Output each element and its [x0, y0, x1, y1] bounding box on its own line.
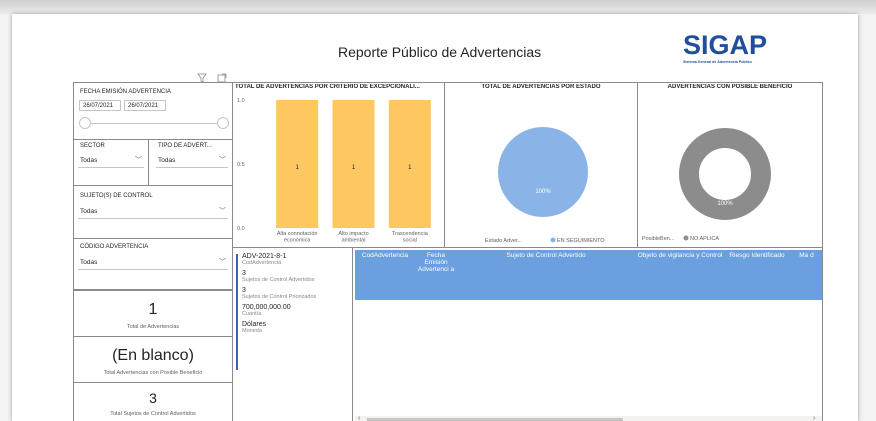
total-advertencias-card: 1 Total de Advertencias: [73, 290, 233, 337]
column-header[interactable]: Objeto de vigilancia y Control: [637, 250, 723, 300]
legend-marker: [550, 237, 556, 243]
data-label: 100%: [717, 201, 733, 207]
filter-icon[interactable]: [197, 70, 207, 83]
horizontal-scrollbar[interactable]: ‹ ›: [355, 415, 822, 421]
date-slider-track[interactable]: [85, 123, 223, 124]
donut-slice: [679, 128, 771, 220]
logo-text: SIGAP: [683, 30, 768, 60]
pie-slice: [498, 127, 588, 217]
sujeto-filter-panel: SUJETO(S) DE CONTROL Todas ﹀: [73, 185, 233, 239]
sector-filter-label: SECTOR: [80, 143, 105, 149]
bar: [388, 100, 431, 228]
detail-value: 700,000,000.00: [242, 304, 291, 311]
bar-chart-criterio: TOTAL DE ADVERTENCIAS POR CRITERIO DE EX…: [232, 82, 445, 248]
sujeto-dropdown-value: Todas: [80, 208, 98, 215]
detail-label: Cuantía: [242, 311, 262, 317]
tipo-filter-label: TIPO DE ADVERT...: [158, 143, 212, 149]
detail-label: CodAdvertencia: [242, 260, 282, 266]
chevron-down-icon: ﹀: [219, 259, 226, 266]
date-slider-start-handle[interactable]: [79, 117, 91, 129]
card-label: Total Advertencias con Posible Beneficio: [103, 370, 203, 376]
detail-value: 3: [242, 270, 246, 277]
sujeto-dropdown[interactable]: Todas ﹀: [78, 205, 228, 219]
codigo-filter-label: CÓDIGO ADVERTENCIA: [80, 244, 149, 250]
chevron-down-icon: ﹀: [219, 157, 226, 164]
x-tick-label: ambiental: [342, 238, 366, 244]
tipo-dropdown[interactable]: Todas ﹀: [156, 154, 228, 168]
posible-beneficio-card: (En blanco) Total Advertencias con Posib…: [73, 336, 233, 383]
legend-title: Estado Adver...: [485, 238, 522, 244]
x-tick-label: Alta connotación: [277, 231, 318, 237]
advertencias-table: CodAdvertencia Fecha Emisión Advertenci a…: [352, 247, 823, 421]
focus-mode-icon[interactable]: [217, 70, 227, 83]
scroll-left-icon[interactable]: ‹: [358, 415, 360, 421]
end-date-input[interactable]: 26/07/2021: [124, 100, 166, 111]
x-tick-label: económica: [284, 238, 312, 244]
card-value: 1: [148, 301, 158, 318]
detail-value: ADV-2021-8-1: [242, 253, 287, 260]
donut-chart-svg: 100% PosibleBen... NO APLICA: [642, 128, 771, 242]
sector-dropdown-value: Todas: [80, 157, 98, 164]
codigo-dropdown-value: Todas: [80, 259, 98, 266]
card-value: (En blanco): [112, 347, 194, 364]
report-title: Reporte Público de Advertencias: [338, 44, 542, 60]
legend-marker: [683, 235, 689, 241]
sigap-logo: SIGAP Sistema General de Advertencia Púb…: [683, 31, 773, 71]
pie-chart-svg: 100% Estado Adver... EN SEGUIMIENTO: [485, 127, 605, 244]
codigo-dropdown[interactable]: Todas ﹀: [78, 256, 228, 270]
detail-label: Sujetos de Control Advertidos: [242, 277, 315, 283]
y-tick-label: 0.5: [237, 162, 245, 168]
chevron-down-icon: ﹀: [219, 208, 226, 215]
column-header[interactable]: Ma d: [791, 250, 822, 300]
column-header[interactable]: CodAdvertencia: [355, 250, 415, 300]
date-slider-end-handle[interactable]: [217, 117, 229, 129]
sujeto-filter-label: SUJETO(S) DE CONTROL: [80, 193, 153, 199]
y-tick-label: 1.0: [237, 98, 245, 104]
pie-chart-estado: TOTAL DE ADVERTENCIAS POR ESTADO 100% Est…: [444, 82, 638, 248]
date-filter-label: FECHA EMISIÓN ADVERTENCIA: [80, 89, 171, 95]
legend-entry: NO APLICA: [690, 236, 719, 242]
card-value: 3: [149, 390, 157, 406]
detail-label: Sujetos de Control Priorizados: [242, 294, 317, 300]
tipo-filter-panel: TIPO DE ADVERT... Todas ﹀: [148, 139, 233, 186]
sector-filter-panel: SECTOR Todas ﹀: [73, 139, 149, 186]
detail-label: Moneda: [242, 328, 262, 334]
data-label: 100%: [535, 189, 551, 195]
chevron-down-icon: ﹀: [135, 157, 142, 164]
x-tick-label: Trascendencia: [392, 231, 429, 237]
logo-subtitle: Sistema General de Advertencia Público: [683, 60, 752, 64]
x-tick-label: Alto impacto: [338, 231, 368, 237]
detail-value: Dólares: [242, 321, 267, 328]
column-header[interactable]: Riesgo Identificado: [723, 250, 791, 300]
card-label: Total de Advertencias: [126, 324, 180, 330]
report-canvas: Reporte Público de Advertencias SIGAP Si…: [12, 14, 858, 421]
card-label: Total Sujetos de Control Advertidos: [110, 411, 196, 417]
donut-chart-beneficio: ADVERTENCIAS CON POSIBLE BENEFICIO 100% P…: [637, 82, 823, 248]
column-header[interactable]: Sujeto de Control Advertido: [455, 250, 637, 300]
y-tick-label: 0.0: [237, 226, 245, 232]
legend-entry: EN SEGUIMIENTO: [557, 238, 605, 244]
sector-dropdown[interactable]: Todas ﹀: [78, 154, 144, 168]
x-tick-label: social: [403, 238, 417, 244]
tipo-dropdown-value: Todas: [158, 157, 176, 164]
legend-title: PosibleBen...: [642, 236, 675, 242]
bar-chart-svg: 1.00.50.01Alta connotacióneconómica1Alto…: [237, 98, 431, 244]
bar: [276, 100, 319, 228]
detail-list: ADV-2021-8-1 CodAdvertencia 3 Sujetos de Co…: [242, 253, 350, 334]
date-filter-panel: FECHA EMISIÓN ADVERTENCIA 26/07/2021 26/…: [73, 82, 233, 140]
start-date-input[interactable]: 26/07/2021: [79, 100, 121, 111]
column-header[interactable]: Fecha Emisión Advertenci a: [417, 250, 455, 300]
bar: [332, 100, 375, 228]
sujetos-advertidos-card: 3 Total Sujetos de Control Advertidos: [73, 382, 233, 421]
detail-value: 3: [242, 287, 246, 294]
detail-accent-bar: [236, 254, 238, 370]
detail-card: ADV-2021-8-1 CodAdvertencia 3 Sujetos de Co…: [232, 247, 353, 421]
table-header: CodAdvertencia Fecha Emisión Advertenci a…: [355, 250, 822, 300]
scroll-right-icon[interactable]: ›: [813, 415, 815, 421]
codigo-filter-panel: CÓDIGO ADVERTENCIA Todas ﹀: [73, 238, 233, 290]
